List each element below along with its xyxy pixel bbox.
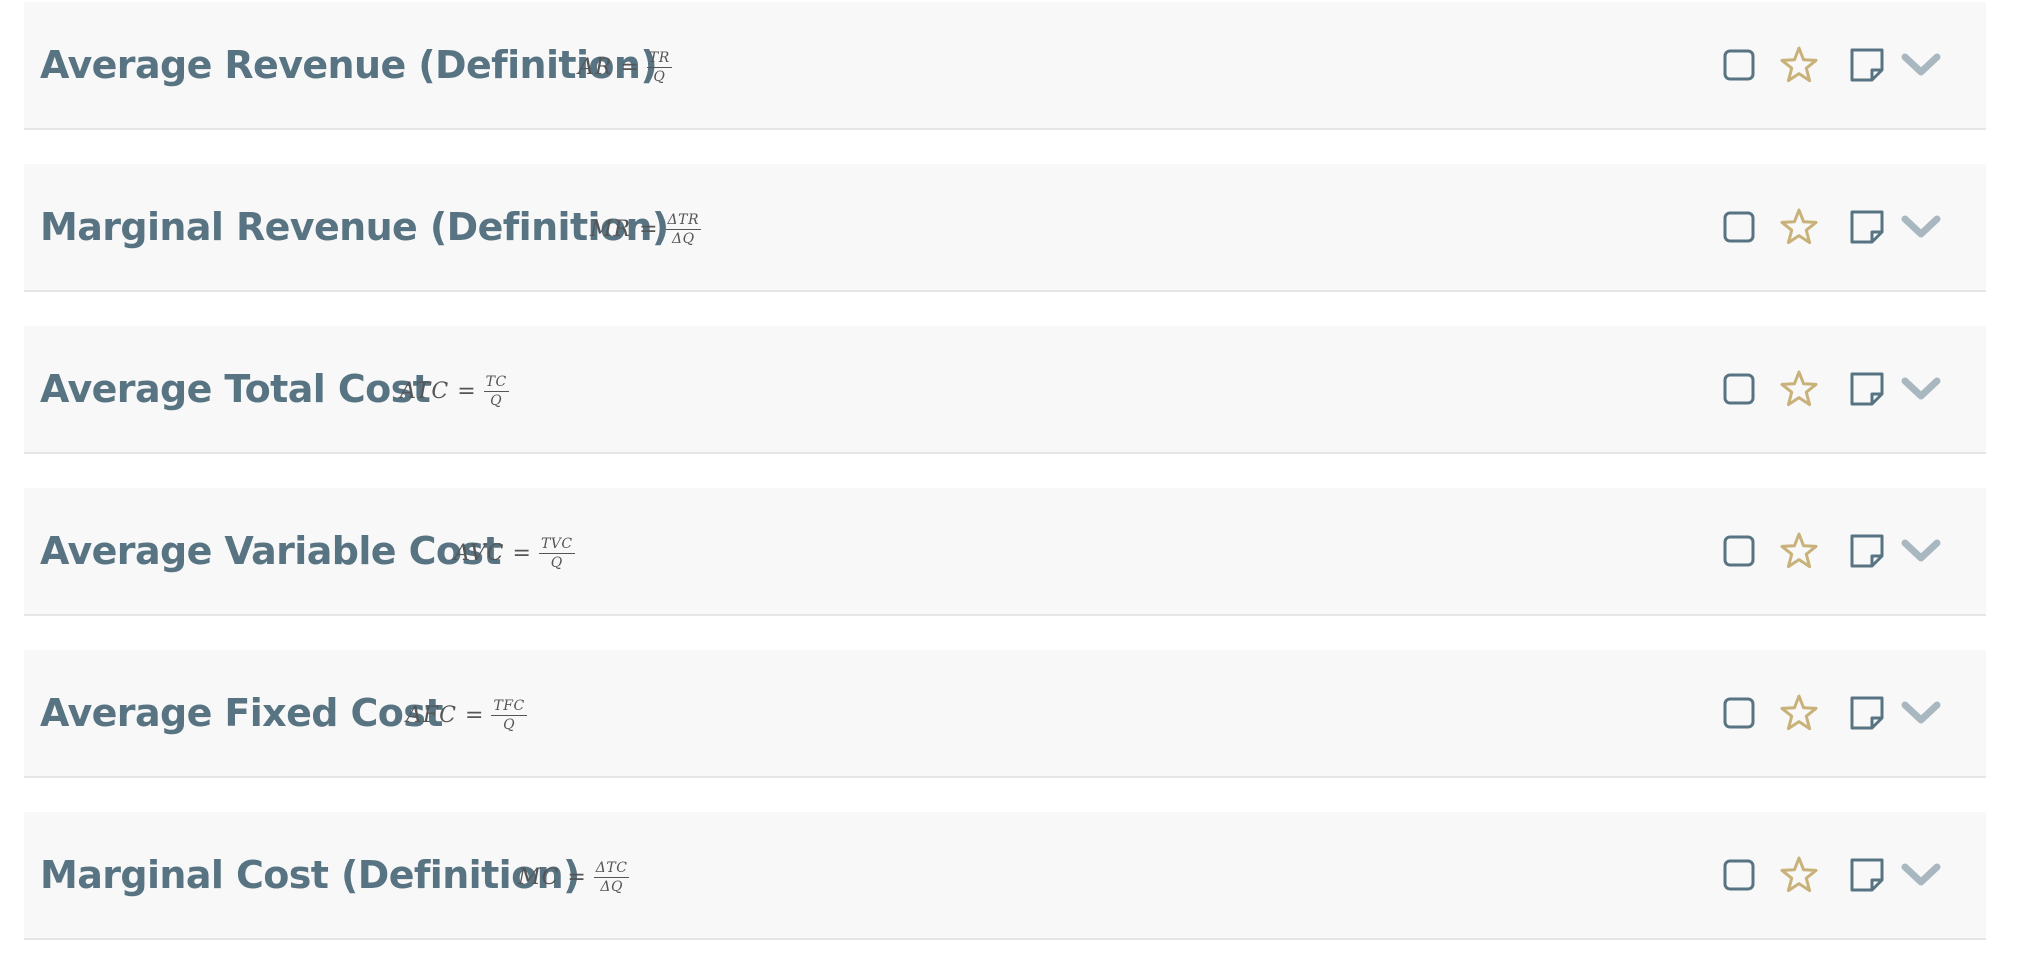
item-title[interactable]: Marginal Cost (Definition) [40,812,580,938]
note-icon[interactable] [1844,204,1890,250]
star-icon[interactable] [1776,690,1822,736]
chevron-down-icon[interactable] [1898,852,1944,898]
chevron-down-icon[interactable] [1898,690,1944,736]
chevron-down-icon[interactable] [1898,366,1944,412]
formula-numerator: ΔTR [665,211,702,230]
checkbox-icon[interactable] [1716,204,1762,250]
formula-fraction: TR Q [646,49,672,85]
formula-fraction: TC Q [483,373,509,409]
chevron-down-icon[interactable] [1898,204,1944,250]
item-formula: AFC = TFC Q [406,680,527,750]
formula-denominator: Q [550,554,563,571]
note-icon[interactable] [1844,42,1890,88]
star-icon[interactable] [1776,528,1822,574]
formula-numerator: ΔTC [593,859,630,878]
item-formula: ATC = TC Q [400,356,509,426]
chevron-down-icon[interactable] [1898,42,1944,88]
item-actions [1716,204,1966,250]
list-item: Average Revenue (Definition) AR = TR Q [24,2,1986,130]
checkbox-icon[interactable] [1716,852,1762,898]
formula-lhs: MC [518,864,560,890]
formula-lhs: AFC [406,702,457,728]
item-actions [1716,690,1966,736]
formula-fraction: TVC Q [538,535,575,571]
formula-denominator: Q [503,716,516,733]
item-title[interactable]: Average Total Cost [40,326,431,452]
formula-numerator: TR [646,49,672,68]
formula-denominator: ΔQ [600,878,623,895]
item-title[interactable]: Average Fixed Cost [40,650,443,776]
note-icon[interactable] [1844,852,1890,898]
item-actions [1716,42,1966,88]
item-formula: AR = TR Q [578,32,672,102]
formula-lhs: AR [578,54,613,80]
formula-denominator: Q [490,392,503,409]
formula-lhs: MR [590,216,632,242]
item-actions [1716,528,1966,574]
checkbox-icon[interactable] [1716,366,1762,412]
checkbox-icon[interactable] [1716,42,1762,88]
formula-numerator: TC [483,373,509,392]
formula-denominator: Q [653,68,666,85]
list-item: Average Variable Cost AVC = TVC Q [24,488,1986,616]
list-item: Marginal Cost (Definition) MC = ΔTC ΔQ [24,812,1986,940]
chevron-down-icon[interactable] [1898,528,1944,574]
item-formula: MC = ΔTC ΔQ [518,842,630,912]
list-item: Marginal Revenue (Definition) MR = ΔTR Δ… [24,164,1986,292]
note-icon[interactable] [1844,528,1890,574]
item-title[interactable]: Marginal Revenue (Definition) [40,164,669,290]
item-title[interactable]: Average Revenue (Definition) [40,2,658,128]
star-icon[interactable] [1776,42,1822,88]
formula-fraction: ΔTC ΔQ [593,859,630,895]
list-item: Average Total Cost ATC = TC Q [24,326,1986,454]
checkbox-icon[interactable] [1716,690,1762,736]
formula-equals: = [639,216,658,242]
note-icon[interactable] [1844,690,1890,736]
formula-denominator: ΔQ [671,230,695,247]
star-icon[interactable] [1776,366,1822,412]
formula-equals: = [512,540,531,566]
star-icon[interactable] [1776,852,1822,898]
formula-fraction: TFC Q [491,697,527,733]
note-icon[interactable] [1844,366,1890,412]
formula-fraction: ΔTR ΔQ [665,211,702,247]
item-title[interactable]: Average Variable Cost [40,488,502,614]
formula-equals: = [465,702,484,728]
formula-numerator: TVC [538,535,575,554]
star-icon[interactable] [1776,204,1822,250]
formula-numerator: TFC [491,697,527,716]
formula-equals: = [567,864,586,890]
formula-lhs: ATC [400,378,450,404]
checkbox-icon[interactable] [1716,528,1762,574]
formula-equals: = [457,378,476,404]
item-actions [1716,366,1966,412]
item-actions [1716,852,1966,898]
formula-lhs: AVC [454,540,505,566]
item-formula: MR = ΔTR ΔQ [590,194,702,264]
list-item: Average Fixed Cost AFC = TFC Q [24,650,1986,778]
item-formula: AVC = TVC Q [454,518,575,588]
formula-equals: = [620,54,639,80]
